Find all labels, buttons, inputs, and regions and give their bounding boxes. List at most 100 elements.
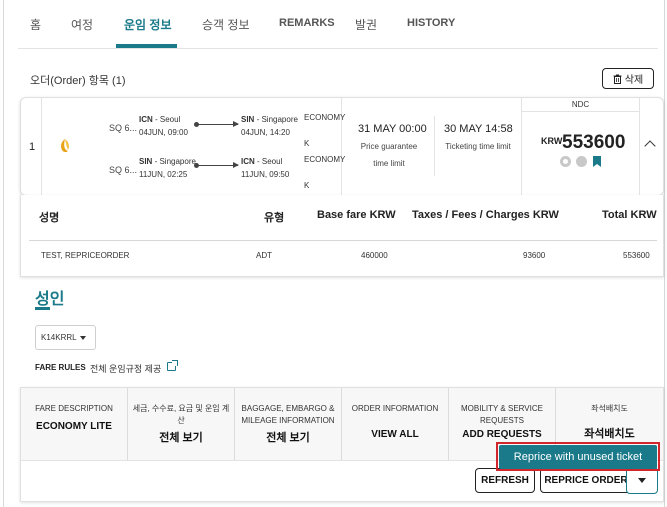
fare-basis-value: K14KRRL [41, 333, 77, 342]
caret-down-icon [80, 336, 86, 340]
departure-time: 04JUN, 09:00 [139, 128, 188, 137]
cell-name: TEST, REPRICEORDER [41, 251, 130, 260]
cabin-class: ECONOMY K [304, 153, 345, 192]
arrival-time: 04JUN, 14:20 [241, 128, 290, 137]
refresh-button[interactable]: REFRESH [475, 468, 535, 493]
column-title: MOBILITY & SERVICE REQUESTS [461, 404, 543, 425]
column-title: BAGGAGE, EMBARGO & MILEAGE INFORMATION [241, 404, 335, 425]
column-value[interactable]: VIEW ALL [342, 429, 448, 440]
divider [41, 98, 42, 196]
price-guarantee-label-1: Price guarantee [360, 142, 418, 151]
trash-icon [613, 74, 622, 84]
header-type: 유형 [264, 212, 285, 224]
booking-class: K [304, 181, 310, 190]
segment-destination: SIN - Singapore 04JUN, 14:20 [241, 113, 298, 139]
header-name: 성명 [39, 212, 60, 224]
price-guarantee-label-2: time limit [373, 159, 405, 168]
bookmark-icon[interactable] [593, 156, 601, 167]
external-link-icon[interactable] [167, 360, 178, 371]
order-row-number: 1 [29, 141, 36, 153]
destination-city: - Seoul [254, 157, 283, 166]
app-frame: 홈 여정 운임 정보 승객 정보 REMARKS 발권 HISTORY 오더(O… [3, 0, 665, 507]
tab-fare-info[interactable]: 운임 정보 [124, 16, 172, 33]
cell-total: 553600 [623, 251, 650, 260]
column-value[interactable]: ADD REQUESTS [449, 429, 555, 440]
cabin-line: ECONOMY [304, 113, 346, 122]
column-title: ORDER INFORMATION [351, 404, 439, 413]
header-taxes: Taxes / Fees / Charges KRW [412, 209, 559, 221]
destination-code: ICN [241, 157, 255, 166]
tab-remarks[interactable]: REMARKS [279, 17, 335, 29]
baggage-column[interactable]: BAGGAGE, EMBARGO & MILEAGE INFORMATION 전… [235, 388, 342, 461]
destination-code: SIN [241, 115, 255, 124]
tab-history[interactable]: HISTORY [407, 17, 455, 29]
ndc-price-box: NDC KRW 553600 [521, 98, 640, 196]
currency-label: KRW [541, 136, 563, 146]
column-title: FARE DESCRIPTION [35, 404, 113, 413]
segment-destination: ICN - Seoul 11JUN, 09:50 [241, 155, 289, 181]
ndc-label: NDC [522, 98, 639, 112]
cabin-class: ECONOMY K [304, 111, 345, 150]
column-value[interactable]: 전체 보기 [128, 429, 234, 445]
order-information-column[interactable]: ORDER INFORMATION VIEW ALL [342, 388, 449, 461]
chevron-up-icon[interactable] [644, 140, 656, 152]
reprice-order-button[interactable]: REPRICE ORDER [540, 468, 632, 493]
order-item-card: 1 SQ 6... ICN - Seoul 04JUN, 09:00 SIN -… [20, 97, 664, 196]
header-total: Total KRW [602, 209, 657, 221]
price-guarantee-time: 31 MAY 00:00 [358, 123, 427, 135]
origin-code: SIN [139, 157, 153, 166]
tab-home[interactable]: 홈 [30, 16, 41, 33]
delete-label: 삭제 [624, 75, 644, 86]
cell-taxes: 93600 [523, 251, 546, 260]
fare-description-column[interactable]: FARE DESCRIPTION ECONOMY LITE [21, 388, 128, 461]
column-title: 좌석배치도 [591, 404, 628, 413]
gear-icon[interactable] [560, 156, 571, 167]
price-breakdown-table: 성명 유형 Base fare KRW Taxes / Fees / Charg… [20, 195, 664, 277]
arrival-time: 11JUN, 09:50 [241, 170, 290, 179]
cell-base-fare: 460000 [361, 251, 388, 260]
ticketing-time: 30 MAY 14:58 [444, 123, 513, 135]
column-title: 세금, 수수료, 요금 및 운임 계산 [132, 404, 230, 425]
order-items-title: 오더(Order) 항목 (1) [30, 75, 126, 87]
reprice-options-toggle[interactable] [626, 467, 658, 494]
airline-logo-icon [61, 139, 69, 153]
tab-divider [18, 48, 658, 49]
column-value[interactable]: 좌석배치도 [556, 425, 663, 441]
booking-class: K [304, 139, 310, 148]
destination-city: - Singapore [254, 115, 298, 124]
ticketing-time-label: Ticketing time limit [445, 142, 511, 151]
flight-number: SQ 6... [109, 123, 138, 133]
divider [434, 116, 435, 176]
route-arrow-icon [194, 121, 239, 127]
delete-button[interactable]: 삭제 [602, 68, 654, 89]
header-base-fare: Base fare KRW [317, 209, 396, 221]
passenger-type-underline [35, 307, 50, 310]
origin-city: - Seoul [152, 115, 181, 124]
caret-down-icon [638, 478, 646, 483]
highlight-box [496, 442, 660, 471]
fare-rules-link[interactable]: 전체 운임규정 제공 [90, 362, 161, 375]
price-guarantee-label: Price guarantee time limit [347, 138, 431, 172]
passenger-type-title: 성인 [35, 291, 65, 308]
tab-passenger-info[interactable]: 승객 정보 [202, 16, 250, 33]
fare-basis-select[interactable]: K14KRRL [35, 325, 96, 350]
cell-type: ADT [256, 251, 272, 260]
segment-origin: ICN - Seoul 04JUN, 09:00 [139, 113, 188, 139]
route-arrow-icon [194, 162, 239, 168]
origin-code: ICN [139, 115, 153, 124]
tab-itinerary[interactable]: 여정 [71, 16, 93, 33]
origin-city: - Singapore [152, 157, 196, 166]
column-value[interactable]: 전체 보기 [235, 429, 341, 445]
circle-icon[interactable] [576, 156, 587, 167]
fare-rules-label: FARE RULES [35, 363, 86, 372]
taxes-column[interactable]: 세금, 수수료, 요금 및 운임 계산 전체 보기 [128, 388, 235, 461]
column-value[interactable]: ECONOMY LITE [21, 421, 127, 432]
flight-number: SQ 6... [109, 165, 138, 175]
cabin-line: ECONOMY [304, 155, 346, 164]
segment-origin: SIN - Singapore 11JUN, 02:25 [139, 155, 196, 181]
total-amount: 553600 [562, 132, 626, 153]
table-divider [29, 240, 657, 241]
departure-time: 11JUN, 02:25 [139, 170, 188, 179]
tab-bar: 홈 여정 운임 정보 승객 정보 REMARKS 발권 HISTORY [4, 0, 664, 48]
tab-ticketing[interactable]: 발권 [355, 16, 377, 33]
